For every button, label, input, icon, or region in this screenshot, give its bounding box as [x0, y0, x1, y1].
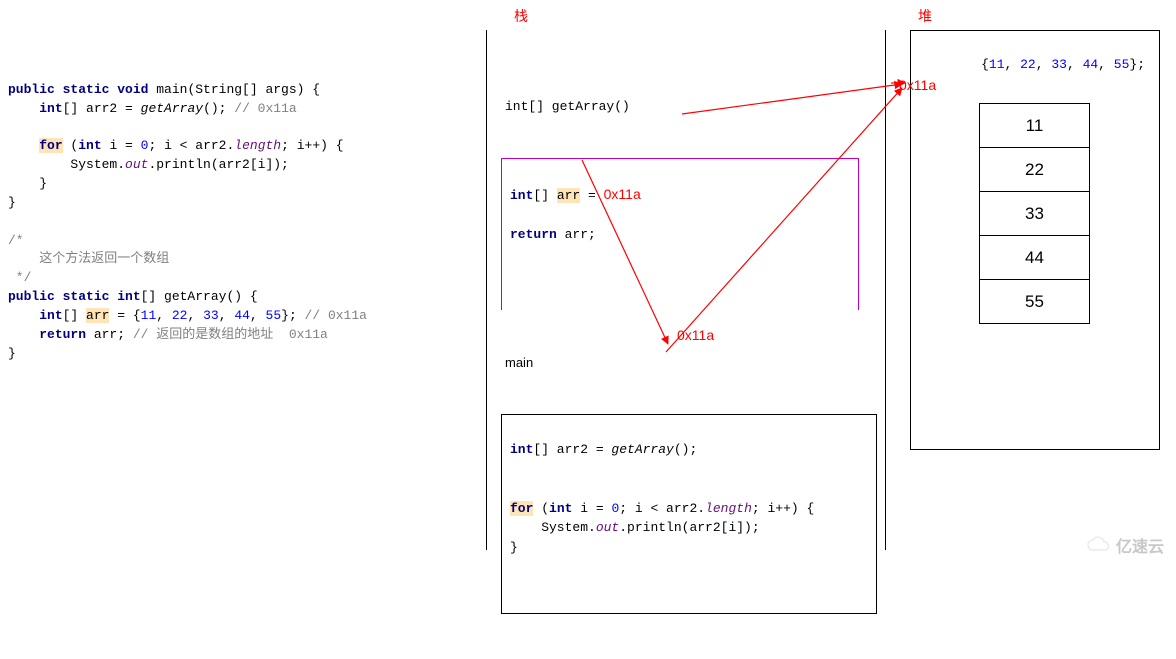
heap-cell: 55 — [980, 280, 1090, 324]
cloud-icon — [1086, 536, 1112, 554]
heap-address-label: 0x11a — [899, 77, 936, 93]
watermark: 亿速云 — [1086, 533, 1164, 557]
heap-array-literal: {11, 22, 33, 44, 55}; — [981, 57, 1145, 72]
heap-cell: 44 — [980, 236, 1090, 280]
frame-title-main: main — [495, 349, 883, 375]
heap-column: {11, 22, 33, 44, 55}; 0x11a 11 22 33 44 … — [910, 30, 1160, 450]
heap-array-table: 11 22 33 44 55 — [979, 103, 1090, 324]
heap-cell: 22 — [980, 148, 1090, 192]
heap-cell: 33 — [980, 192, 1090, 236]
stack-frame-main: main int[] arr2 = getArray(); for (int i… — [495, 310, 883, 659]
heap-label: 堆 — [918, 6, 932, 26]
frame-title-getarray: int[] getArray() — [495, 93, 865, 119]
frame-body-main: int[] arr2 = getArray(); for (int i = 0;… — [501, 414, 877, 614]
heap-cell: 11 — [980, 104, 1090, 148]
stack-label: 栈 — [514, 6, 528, 26]
stack-column: int[] getArray() int[] arr = 0x11a retur… — [486, 30, 886, 550]
source-code-panel: public static void main(String[] args) {… — [8, 62, 468, 364]
arr2-address-annotation: 0x11a — [677, 327, 714, 343]
arr-address-annotation: 0x11a — [604, 186, 641, 202]
watermark-text: 亿速云 — [1116, 533, 1164, 557]
